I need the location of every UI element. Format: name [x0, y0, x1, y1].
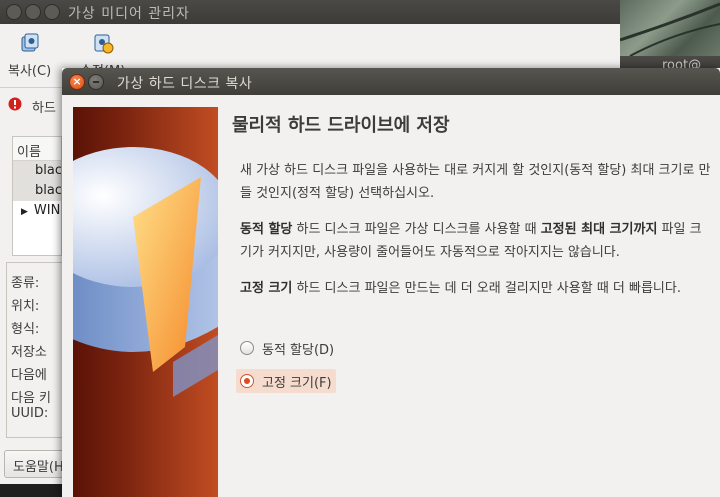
- fixed-radio[interactable]: [240, 374, 254, 388]
- wizard-disk-illustration: [73, 107, 218, 497]
- page-title: 물리적 하드 드라이브에 저장: [232, 115, 450, 136]
- error-icon: [8, 97, 22, 111]
- copy-button-label: 복사(C): [8, 64, 52, 79]
- copy-virtual-disk-dialog: × 가상 하드 디스크 복사 물리적 하드 드라이브에 저장 새 가상 하드 디…: [62, 68, 720, 497]
- list-item-label: WIN: [33, 203, 61, 218]
- prop-attached-label: 다음에: [11, 368, 47, 383]
- hard-disk-tab[interactable]: 하드: [0, 90, 62, 122]
- prop-uuid-label: UUID:: [11, 406, 49, 421]
- dynamic-description: 동적 할당 하드 디스크 파일은 가상 디스크를 사용할 때 고정된 최대 크기…: [240, 218, 712, 264]
- dynamic-radio[interactable]: [240, 341, 254, 355]
- wallpaper-photo: [620, 0, 720, 56]
- fixed-text: 하드 디스크 파일은 만드는 데 더 오래 걸리지만 사용할 때 더 빠릅니다.: [292, 281, 681, 296]
- help-button[interactable]: 도움말(H): [4, 450, 68, 478]
- bg-maximize-button[interactable]: [44, 4, 60, 20]
- list-header-name[interactable]: 이름: [13, 137, 61, 161]
- prop-format-label: 형식:: [11, 322, 40, 337]
- expand-arrow-icon[interactable]: ▶: [21, 207, 28, 217]
- intro-text: 새 가상 하드 디스크 파일을 사용하는 대로 커지게 할 것인지(동적 할당)…: [240, 163, 711, 201]
- list-item[interactable]: blac: [13, 181, 61, 201]
- disk-pie-icon: [73, 147, 218, 397]
- wizard-content: 물리적 하드 드라이브에 저장 새 가상 하드 디스크 파일을 사용하는 대로 …: [232, 95, 720, 497]
- prop-type-label: 종류:: [11, 276, 40, 291]
- hard-disk-tab-label: 하드: [32, 101, 56, 116]
- bg-window-title: 가상 미디어 관리자: [68, 6, 190, 22]
- copy-button[interactable]: 복사(C): [8, 32, 51, 79]
- minimize-icon[interactable]: [88, 74, 104, 90]
- dynamic-text-1: 하드 디스크 파일은 가상 디스크를 사용할 때: [292, 222, 541, 237]
- close-icon[interactable]: ×: [69, 74, 85, 90]
- bg-close-button[interactable]: [6, 4, 22, 20]
- media-list: 이름 blac blac ▶ WIN: [12, 136, 62, 256]
- bg-titlebar: 가상 미디어 관리자: [0, 0, 620, 24]
- fixed-description: 고정 크기 하드 디스크 파일은 만드는 데 더 오래 걸리지만 사용할 때 더…: [240, 277, 712, 300]
- dynamic-term: 동적 할당: [240, 222, 293, 237]
- list-item-expandable[interactable]: ▶ WIN: [13, 201, 61, 221]
- list-item[interactable]: blac: [13, 161, 61, 181]
- dialog-title: 가상 하드 디스크 복사: [117, 76, 253, 92]
- fixed-radio-label: 고정 크기(F): [262, 375, 332, 391]
- prop-location-label: 위치:: [11, 299, 40, 314]
- modify-disk-icon: [94, 34, 114, 54]
- fixed-size-option[interactable]: 고정 크기(F): [236, 369, 336, 393]
- fixed-term: 고정 크기: [240, 281, 293, 296]
- dynamic-emphasis: 고정된 최대 크기까지: [540, 222, 658, 237]
- bg-minimize-button[interactable]: [25, 4, 41, 20]
- dynamic-radio-label: 동적 할당(D): [262, 342, 335, 358]
- prop-key-label: 다음 키: [11, 391, 52, 406]
- wallpaper-branch-icon: [620, 2, 720, 56]
- dialog-titlebar: × 가상 하드 디스크 복사: [62, 68, 720, 95]
- prop-storage-label: 저장소: [11, 345, 47, 360]
- dynamic-allocation-option[interactable]: 동적 할당(D): [236, 336, 338, 360]
- copy-disk-icon: [21, 33, 39, 52]
